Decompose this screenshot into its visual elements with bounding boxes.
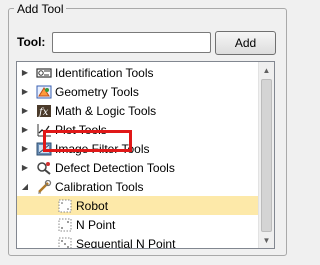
robot-calibration-icon xyxy=(57,199,73,213)
tree-item-sequential-n-point[interactable]: Sequential N Point xyxy=(17,234,259,248)
tree-item-geometry-tools[interactable]: ▶ Geometry Tools xyxy=(17,82,259,101)
image-filter-icon xyxy=(36,142,52,156)
tree-item-defect-detection-tools[interactable]: ▶ Defect Detection Tools xyxy=(17,158,259,177)
add-button[interactable]: Add xyxy=(215,31,276,55)
expand-arrow-icon[interactable]: ▶ xyxy=(20,106,30,115)
svg-text:fx: fx xyxy=(38,107,49,118)
tree-item-label: Robot xyxy=(76,198,109,213)
scroll-up-arrow-icon[interactable]: ▲ xyxy=(259,62,274,78)
tree-item-n-point[interactable]: N Point xyxy=(17,215,259,234)
vertical-scrollbar[interactable]: ▲ ▼ xyxy=(258,62,274,248)
tree-item-label: N Point xyxy=(76,217,116,232)
expand-arrow-icon[interactable]: ▶ xyxy=(20,144,30,153)
tree-item-identification-tools[interactable]: ▶ Identification Tools xyxy=(17,63,259,82)
identification-icon xyxy=(36,66,52,80)
tree-item-robot[interactable]: Robot xyxy=(17,196,259,215)
n-point-icon xyxy=(57,218,73,232)
scrollbar-thumb[interactable] xyxy=(261,79,272,232)
tree-item-label: Sequential N Point xyxy=(76,236,176,249)
geometry-icon xyxy=(36,85,52,99)
tree-item-label: Defect Detection Tools xyxy=(55,160,175,175)
tool-tree-viewport: ▶ Identification Tools ▶ Geometry Tools … xyxy=(17,62,259,248)
tree-item-calibration-tools[interactable]: ◢ Calibration Tools xyxy=(17,177,259,196)
tool-field-label: Tool: xyxy=(17,35,46,49)
tree-item-plot-tools[interactable]: ▶ Plot Tools xyxy=(17,120,259,139)
expand-arrow-icon[interactable]: ▶ xyxy=(20,68,30,77)
expand-arrow-icon[interactable]: ▶ xyxy=(20,163,30,172)
tree-item-image-filter-tools[interactable]: ▶ Image Filter Tools xyxy=(17,139,259,158)
collapse-arrow-icon[interactable]: ◢ xyxy=(20,182,30,191)
tree-item-label: Plot Tools xyxy=(55,122,107,137)
tree-item-label: Geometry Tools xyxy=(55,84,139,99)
expand-arrow-icon[interactable]: ▶ xyxy=(20,87,30,96)
plot-icon xyxy=(36,123,52,137)
tool-search-input[interactable] xyxy=(52,32,211,53)
expand-arrow-icon[interactable]: ▶ xyxy=(20,125,30,134)
scroll-down-arrow-icon[interactable]: ▼ xyxy=(259,232,274,248)
math-logic-icon: fx xyxy=(36,104,52,118)
tree-item-label: Math & Logic Tools xyxy=(55,103,157,118)
tree-item-label: Identification Tools xyxy=(55,65,154,80)
tree-item-math-logic-tools[interactable]: ▶ fx Math & Logic Tools xyxy=(17,101,259,120)
tree-item-label: Calibration Tools xyxy=(55,179,144,194)
tool-tree[interactable]: ▶ Identification Tools ▶ Geometry Tools … xyxy=(16,61,275,249)
calibration-icon xyxy=(36,179,52,194)
sequential-n-point-icon xyxy=(57,237,73,248)
tree-item-label: Image Filter Tools xyxy=(55,141,150,156)
group-title: Add Tool xyxy=(14,2,67,16)
defect-detection-icon xyxy=(36,161,52,175)
